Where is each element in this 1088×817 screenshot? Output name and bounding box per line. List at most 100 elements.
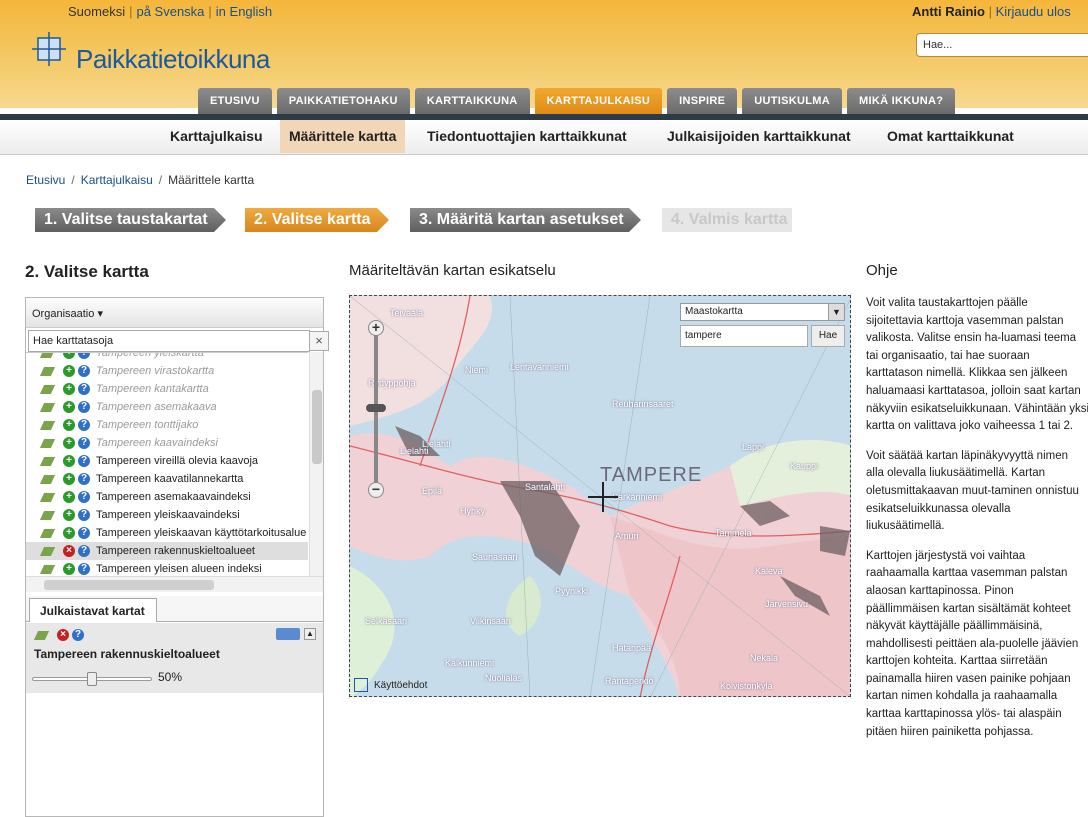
- info-icon[interactable]: ?: [78, 353, 90, 359]
- layer-row[interactable]: ×? Tampereen rakennuskieltoalueet: [26, 542, 308, 560]
- logout-link[interactable]: Kirjaudu ulos: [996, 4, 1071, 19]
- info-icon[interactable]: ?: [78, 455, 90, 467]
- map-search-button[interactable]: Hae: [811, 325, 845, 347]
- add-icon[interactable]: +: [63, 437, 75, 449]
- nav-mika-ikkuna[interactable]: MIKÄ IKKUNA?: [847, 88, 956, 114]
- lang-swedish[interactable]: på Svenska: [136, 4, 204, 19]
- step-4: 4. Valmis kartta: [662, 208, 792, 232]
- site-search-input[interactable]: Hae...: [916, 33, 1088, 57]
- info-icon[interactable]: ?: [78, 401, 90, 413]
- help-line: Voit valita taustakarttojen päälle: [866, 297, 1028, 309]
- lang-finnish[interactable]: Suomeksi: [68, 4, 125, 19]
- layer-row[interactable]: +? Tampereen yleiskartta: [26, 353, 308, 362]
- subnav-karttajulkaisu[interactable]: Karttajulkaisu: [161, 120, 272, 153]
- layer-row[interactable]: +? Tampereen vireillä olevia kaavoja: [26, 452, 308, 470]
- layer-row[interactable]: +? Tampereen asemakaavaindeksi: [26, 488, 308, 506]
- crumb-karttajulkaisu[interactable]: Karttajulkaisu: [81, 173, 153, 187]
- lang-english[interactable]: in English: [216, 4, 272, 19]
- add-icon[interactable]: +: [63, 527, 75, 539]
- crumb-etusivu[interactable]: Etusivu: [26, 173, 65, 187]
- info-icon[interactable]: ?: [78, 545, 90, 557]
- layer-row[interactable]: +? Tampereen yleisen alueen indeksi: [26, 560, 308, 576]
- info-icon[interactable]: ?: [78, 419, 90, 431]
- step-2[interactable]: 2. Valitse kartta: [245, 208, 389, 232]
- layer-icon: [39, 528, 56, 538]
- map-place-label: Nekala: [750, 653, 779, 663]
- remove-icon[interactable]: ×: [63, 545, 75, 557]
- subnav-omat[interactable]: Omat karttaikkunat: [878, 120, 1023, 153]
- layer-filter-input[interactable]: Hae karttatasoja ×: [28, 330, 329, 352]
- nav-karttajulkaisu[interactable]: KARTTAJULKAISU: [534, 88, 663, 114]
- terms-link[interactable]: Käyttöehdot: [374, 680, 427, 691]
- add-icon[interactable]: +: [63, 473, 75, 485]
- info-icon[interactable]: ?: [72, 629, 84, 641]
- info-icon[interactable]: ?: [78, 383, 90, 395]
- map-place-label: Santalahti: [525, 482, 566, 492]
- subnav-tiedontuottajien[interactable]: Tiedontuottajien karttaikkunat: [418, 120, 636, 153]
- layer-icon: [33, 630, 50, 640]
- subnav-maarittele-kartta[interactable]: Määrittele kartta: [280, 120, 406, 153]
- info-icon[interactable]: ?: [78, 563, 90, 575]
- logo-icon[interactable]: [32, 32, 66, 66]
- add-icon[interactable]: +: [63, 491, 75, 503]
- layer-name: Tampereen asemakaava: [96, 401, 217, 413]
- zoom-in-button[interactable]: +: [368, 320, 384, 336]
- add-icon[interactable]: +: [63, 563, 75, 575]
- remove-icon[interactable]: ×: [57, 629, 69, 641]
- info-icon[interactable]: ?: [78, 509, 90, 521]
- step-1[interactable]: 1. Valitse taustakartat: [35, 208, 226, 232]
- chevron-down-icon[interactable]: ▼: [828, 304, 844, 320]
- map-type-select[interactable]: Maastokartta ▼: [680, 303, 845, 321]
- nav-karttaikkuna[interactable]: KARTTAIKKUNA: [414, 88, 530, 114]
- add-icon[interactable]: +: [63, 509, 75, 521]
- nav-etusivu[interactable]: ETUSIVU: [198, 88, 272, 114]
- organisation-dropdown[interactable]: Organisaatio ▾: [26, 298, 323, 328]
- add-icon[interactable]: +: [63, 353, 75, 359]
- info-icon[interactable]: ?: [78, 491, 90, 503]
- layer-panel: Organisaatio ▾ Hae karttatasoja × +? Tampe…: [25, 297, 329, 817]
- collapse-icon[interactable]: ▲: [304, 628, 316, 640]
- add-icon[interactable]: +: [63, 365, 75, 377]
- step-3[interactable]: 3. Määritä kartan asetukset: [410, 208, 641, 232]
- chevron-down-icon: ▾: [97, 308, 103, 320]
- nav-paikkatietohaku[interactable]: PAIKKATIETOHAKU: [276, 88, 410, 114]
- layer-list-scrollbar[interactable]: [309, 352, 323, 576]
- layer-row[interactable]: +? Tampereen asemakaava: [26, 398, 308, 416]
- tab-julkaistavat-kartat[interactable]: Julkaistavat kartat: [29, 598, 157, 622]
- layer-row[interactable]: +? Tampereen yleiskaavan käyttötarkoitusa…: [26, 524, 308, 542]
- info-icon[interactable]: ?: [78, 365, 90, 377]
- nav-inspire[interactable]: INSPIRE: [667, 88, 738, 114]
- subnav-julkaisijoiden[interactable]: Julkaisijoiden karttaikkunat: [658, 120, 860, 153]
- layer-list-hscrollbar[interactable]: [26, 576, 323, 592]
- layer-row[interactable]: +? Tampereen kantakartta: [26, 380, 308, 398]
- clear-filter-button[interactable]: ×: [309, 331, 329, 351]
- user-name: Antti Rainio: [912, 4, 985, 19]
- map-search-input[interactable]: tampere: [680, 325, 808, 347]
- published-layer-item[interactable]: × ? ▲ Tampereen rakennuskieltoalueet 50%: [26, 623, 323, 693]
- map-preview[interactable]: TAMPERE Teivaala Lentävänniemi Niemi Rydypp…: [349, 295, 851, 697]
- opacity-slider[interactable]: [32, 672, 152, 686]
- layer-row[interactable]: +? Tampereen kaavatilannekartta: [26, 470, 308, 488]
- zoom-handle[interactable]: [366, 404, 386, 412]
- info-icon[interactable]: ?: [78, 473, 90, 485]
- nav-uutiskulma[interactable]: UUTISKULMA: [742, 88, 843, 114]
- help-line: oletusmittakaavan muut-taminen onnistuu: [866, 484, 1079, 497]
- info-icon[interactable]: ?: [78, 527, 90, 539]
- layer-name: Tampereen kaavatilannekartta: [96, 473, 244, 485]
- info-icon[interactable]: ?: [78, 437, 90, 449]
- layer-tools-icon[interactable]: [276, 628, 300, 640]
- opacity-slider-handle[interactable]: [87, 672, 97, 686]
- add-icon[interactable]: +: [63, 455, 75, 467]
- add-icon[interactable]: +: [63, 401, 75, 413]
- zoom-control[interactable]: + −: [366, 320, 386, 498]
- layer-row[interactable]: +? Tampereen yleiskaavaindeksi: [26, 506, 308, 524]
- layer-row[interactable]: +? Tampereen virastokartta: [26, 362, 308, 380]
- layer-row[interactable]: +? Tampereen tonttijako: [26, 416, 308, 434]
- logo-text[interactable]: Paikkatietoikkuna: [76, 44, 270, 75]
- layer-row[interactable]: +? Tampereen kaavaindeksi: [26, 434, 308, 452]
- add-icon[interactable]: +: [63, 419, 75, 431]
- map-place-label: Kauppi: [790, 461, 819, 471]
- zoom-out-button[interactable]: −: [368, 482, 384, 498]
- crumb-current: Määrittele kartta: [168, 173, 255, 187]
- add-icon[interactable]: +: [63, 383, 75, 395]
